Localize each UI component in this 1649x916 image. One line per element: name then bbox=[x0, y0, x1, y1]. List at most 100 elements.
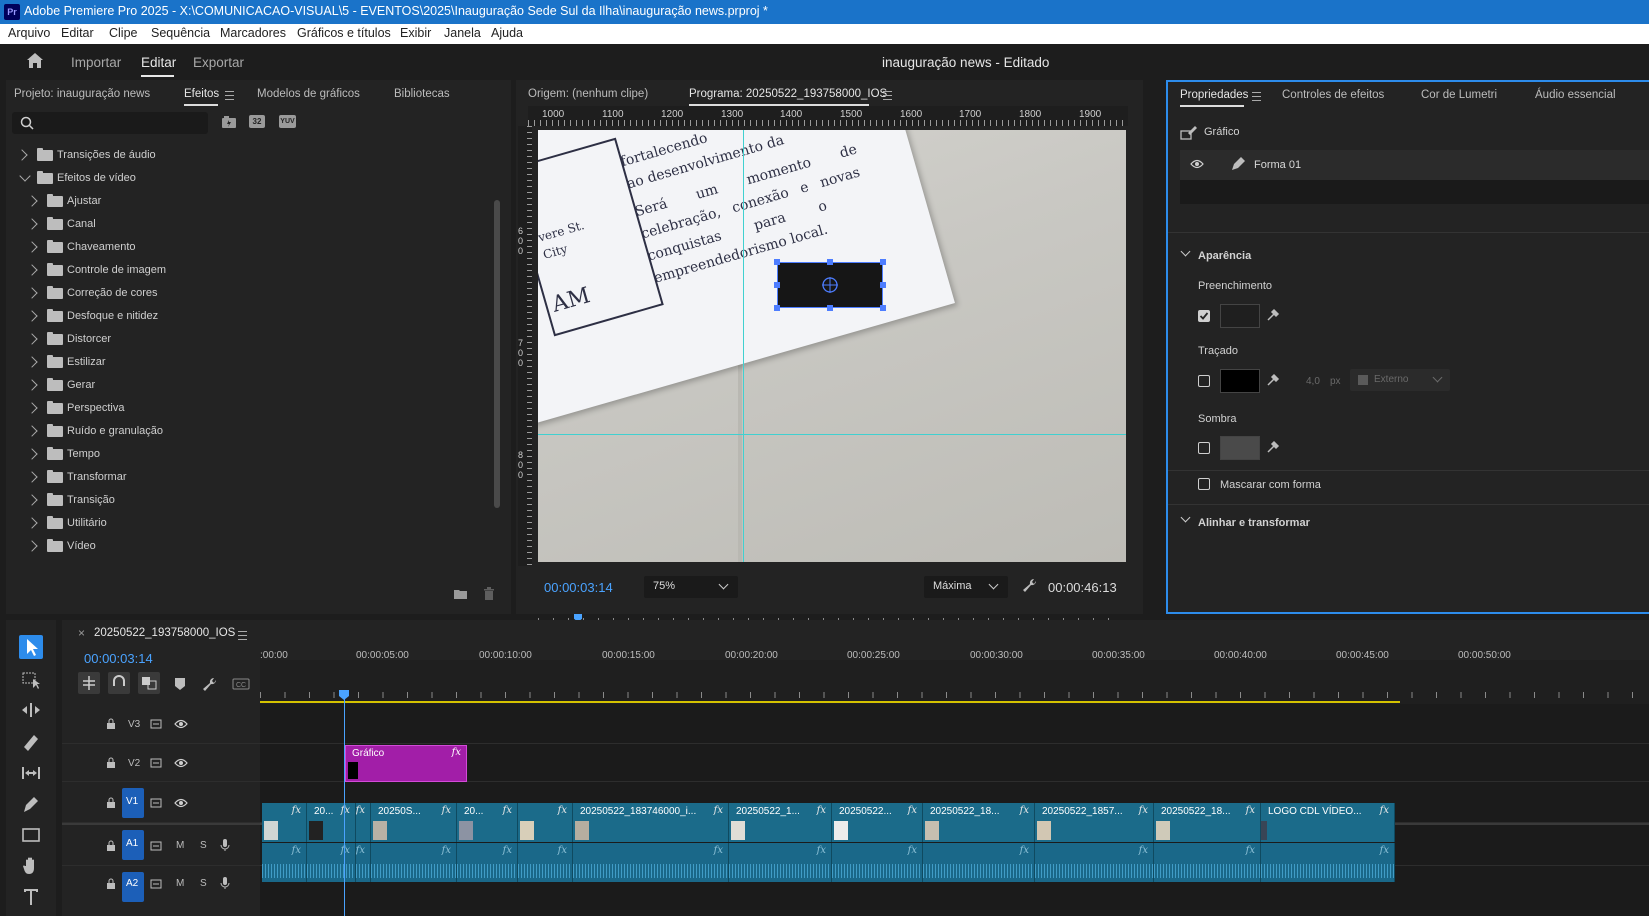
vertical-guide[interactable] bbox=[743, 130, 744, 562]
tab-efeitos[interactable]: Efeitos bbox=[184, 88, 219, 100]
ripple-edit-tool-icon[interactable] bbox=[19, 698, 43, 722]
tree-item[interactable]: Transformar bbox=[16, 468, 456, 488]
nest-sequence-button[interactable] bbox=[78, 672, 100, 694]
shadow-checkbox[interactable] bbox=[1198, 442, 1210, 454]
add-marker-icon[interactable] bbox=[174, 677, 186, 691]
eyedropper-icon[interactable] bbox=[1266, 308, 1280, 322]
graphic-clip[interactable]: Gráfico fx bbox=[345, 745, 467, 782]
tree-item[interactable]: Transição bbox=[16, 491, 456, 511]
stroke-checkbox[interactable] bbox=[1198, 375, 1210, 387]
sequence-tab[interactable]: 20250522_193758000_IOS bbox=[94, 627, 235, 639]
linked-selection-icon[interactable] bbox=[138, 672, 160, 694]
video-clip[interactable]: fx bbox=[518, 803, 573, 842]
video-clip[interactable]: 20250522_1... fx bbox=[729, 803, 832, 842]
track-target-v1[interactable]: V1 bbox=[122, 788, 144, 818]
lock-icon[interactable] bbox=[106, 718, 116, 730]
tree-item[interactable]: Chaveamento bbox=[16, 238, 456, 258]
lock-icon[interactable] bbox=[106, 797, 116, 809]
layer-row[interactable]: Forma 01 bbox=[1180, 150, 1649, 180]
video-clip[interactable]: 20250522_18... fx bbox=[1154, 803, 1261, 842]
audio-clip[interactable]: fx bbox=[262, 843, 307, 882]
video-clip[interactable]: fx bbox=[356, 803, 371, 842]
eye-icon[interactable] bbox=[174, 798, 188, 808]
video-clip[interactable]: 20... fx bbox=[457, 803, 518, 842]
menu-marcadores[interactable]: Marcadores bbox=[220, 26, 286, 40]
microphone-icon[interactable] bbox=[220, 876, 230, 890]
lock-icon[interactable] bbox=[106, 840, 116, 852]
stroke-type-dropdown[interactable]: Externo bbox=[1350, 369, 1450, 391]
timeline-timecode[interactable]: 00:00:03:14 bbox=[84, 651, 153, 666]
tab-origem[interactable]: Origem: (nenhum clipe) bbox=[528, 88, 648, 100]
video-clip[interactable]: 20... fx bbox=[307, 803, 356, 842]
tree-item[interactable]: Ruído e granulação bbox=[16, 422, 456, 442]
audio-clip[interactable]: fx bbox=[1035, 843, 1154, 882]
sync-lock-icon[interactable] bbox=[150, 879, 162, 889]
panel-menu-icon[interactable] bbox=[238, 631, 247, 640]
video-clip[interactable]: 20250522... fx bbox=[832, 803, 923, 842]
panel-menu-icon[interactable] bbox=[225, 91, 234, 100]
work-area-bar[interactable] bbox=[260, 701, 1400, 703]
selection-tool-icon[interactable] bbox=[19, 635, 43, 659]
menu-janela[interactable]: Janela bbox=[444, 26, 481, 40]
32bit-icon[interactable]: 32 bbox=[249, 115, 265, 128]
fill-checkbox[interactable] bbox=[1198, 310, 1210, 322]
sync-lock-icon[interactable] bbox=[150, 758, 162, 768]
new-folder-icon[interactable] bbox=[453, 588, 468, 600]
tab-propriedades[interactable]: Propriedades bbox=[1180, 89, 1248, 101]
tab-modelos-graficos[interactable]: Modelos de gráficos bbox=[257, 88, 360, 100]
zoom-dropdown[interactable]: 75% bbox=[644, 576, 738, 598]
audio-clip[interactable]: fx bbox=[457, 843, 518, 882]
tree-item[interactable]: Utilitário bbox=[16, 514, 456, 534]
menu-graficos[interactable]: Gráficos e títulos bbox=[297, 26, 391, 40]
mute-button[interactable]: M bbox=[176, 840, 184, 851]
tab-audio-essencial[interactable]: Áudio essencial bbox=[1535, 89, 1616, 101]
audio-clip[interactable]: fx bbox=[371, 843, 457, 882]
video-clip[interactable]: 20250522_18... fx bbox=[923, 803, 1035, 842]
audio-clip[interactable]: fx bbox=[729, 843, 832, 882]
pen-tool-icon[interactable] bbox=[19, 792, 43, 816]
video-clip[interactable]: 20250522_183746000_i... fx bbox=[573, 803, 729, 842]
resize-handle[interactable] bbox=[827, 305, 833, 311]
lock-icon[interactable] bbox=[106, 878, 116, 890]
eye-icon[interactable] bbox=[1190, 159, 1204, 169]
playhead-timecode[interactable]: 00:00:03:14 bbox=[544, 580, 613, 595]
eye-icon[interactable] bbox=[174, 719, 188, 729]
fill-color-swatch[interactable] bbox=[1220, 304, 1260, 328]
menu-editar[interactable]: Editar bbox=[61, 26, 94, 40]
tree-item[interactable]: Canal bbox=[16, 215, 456, 235]
tab-bibliotecas[interactable]: Bibliotecas bbox=[394, 88, 450, 100]
rectangle-tool-icon[interactable] bbox=[19, 823, 43, 847]
tree-item[interactable]: Vídeo bbox=[16, 537, 456, 557]
search-box[interactable] bbox=[12, 112, 208, 134]
align-transform-header[interactable]: Alinhar e transformar bbox=[1198, 517, 1310, 529]
accelerated-effects-icon[interactable] bbox=[221, 115, 237, 129]
close-tab-icon[interactable]: × bbox=[78, 626, 85, 640]
shadow-color-swatch[interactable] bbox=[1220, 436, 1260, 460]
eyedropper-icon[interactable] bbox=[1266, 373, 1280, 387]
appearance-header[interactable]: Aparência bbox=[1198, 250, 1251, 262]
scrollbar[interactable] bbox=[494, 200, 500, 508]
anchor-crosshair-icon[interactable] bbox=[821, 276, 839, 294]
menu-ajuda[interactable]: Ajuda bbox=[491, 26, 523, 40]
wrench-icon[interactable] bbox=[202, 677, 218, 693]
workspace-tab-exportar[interactable]: Exportar bbox=[193, 55, 244, 70]
tab-cor-lumetri[interactable]: Cor de Lumetri bbox=[1421, 89, 1497, 101]
tree-item[interactable]: Perspectiva bbox=[16, 399, 456, 419]
panel-menu-icon[interactable] bbox=[1252, 92, 1261, 101]
audio-clip[interactable]: fx bbox=[923, 843, 1035, 882]
tree-item[interactable]: Desfoque e nitidez bbox=[16, 307, 456, 327]
sync-lock-icon[interactable] bbox=[150, 719, 162, 729]
menu-arquivo[interactable]: Arquivo bbox=[8, 26, 50, 40]
tree-item[interactable]: Ajustar bbox=[16, 192, 456, 212]
timeline-playhead-line[interactable] bbox=[344, 698, 345, 916]
audio-clip[interactable]: fx bbox=[1261, 843, 1395, 882]
resize-handle[interactable] bbox=[774, 259, 780, 265]
stroke-width-value[interactable]: 4,0 bbox=[1306, 376, 1320, 387]
wrench-icon[interactable] bbox=[1022, 578, 1038, 594]
shape-forma-01[interactable] bbox=[774, 259, 886, 311]
resize-handle[interactable] bbox=[880, 282, 886, 288]
eyedropper-icon[interactable] bbox=[1266, 440, 1280, 454]
video-clip[interactable]: 20250S... fx bbox=[371, 803, 457, 842]
tree-item[interactable]: Gerar bbox=[16, 376, 456, 396]
solo-button[interactable]: S bbox=[200, 878, 207, 889]
